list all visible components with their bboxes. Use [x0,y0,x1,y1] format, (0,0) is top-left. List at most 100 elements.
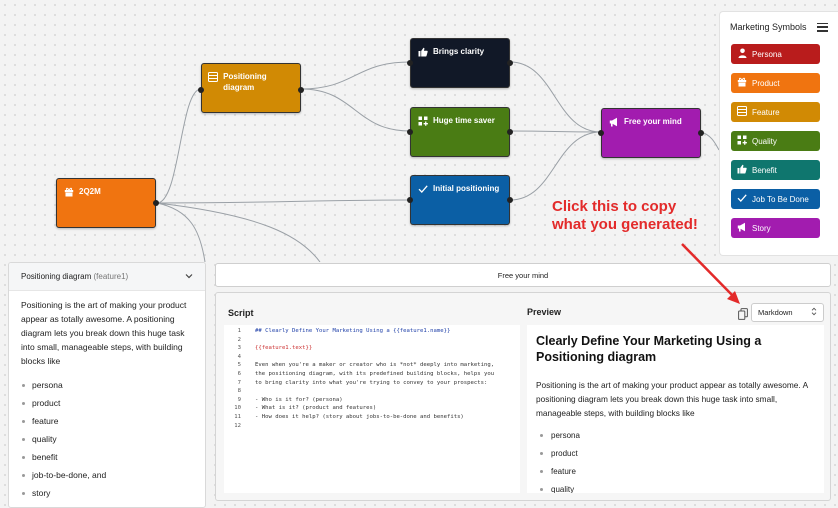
code-line: 2 [237,336,241,343]
node-label: Positioning diagram [223,72,267,92]
node-2q2m[interactable]: 2Q2M [56,178,159,228]
list-item: quality [536,480,815,493]
node-handle[interactable] [407,60,413,66]
code-line: 3 {{feature1.text}} [237,345,313,352]
node-details-panel: Positioning diagram (feature1) Positioni… [8,262,206,508]
edge-q2m-initial [156,199,412,204]
symbol-label: Benefit [752,165,777,175]
thumbs-up-icon [417,46,428,57]
selected-node-bar[interactable]: Free your mind [215,263,831,287]
check-icon [417,183,428,194]
code-line: 5 Even when you're a maker or creator who… [237,362,495,369]
edge-q2m-positioning [156,88,202,204]
symbol-job-to-be-done[interactable]: Job To Be Done [731,189,820,209]
code-line: 4 [237,353,241,360]
node-handle[interactable] [198,87,204,93]
code-line: 1 ## Clearly Define Your Marketing Using … [237,328,451,334]
script-editor[interactable]: 1 ## Clearly Define Your Marketing Using … [224,325,520,493]
code-line: 11- How does it help? (story about jobs-… [234,413,464,420]
node-handle[interactable] [407,197,413,203]
format-select[interactable]: Markdown [751,303,824,322]
symbol-persona[interactable]: Persona [731,44,820,64]
person-icon [737,48,747,60]
node-handle[interactable] [153,200,159,206]
node-initial-positioning[interactable]: Initial positioning [407,175,513,225]
symbol-quality[interactable]: Quality [731,131,820,151]
node-handle[interactable] [298,87,304,93]
preview-heading: Preview [527,307,562,317]
preview-title: Clearly Define Your Marketing Using a Po… [536,334,762,364]
marketing-symbols-panel: Marketing Symbols Persona Product Featur… [719,11,838,256]
node-handle[interactable] [407,129,413,135]
symbol-label: Persona [752,49,782,59]
node-handle[interactable] [507,197,513,203]
list-item: job-to-be-done, and [21,466,193,484]
details-description: Positioning is the art of making your pr… [21,300,187,366]
node-handle[interactable] [698,130,704,136]
list-item: persona [21,376,193,394]
symbol-label: Quality [752,136,777,146]
node-free-your-mind[interactable]: Free your mind [598,108,704,158]
list-item: product [21,394,193,412]
code-line: 8 [237,388,241,395]
node-handle[interactable] [507,60,513,66]
code-line: 6 the positioning diagram, with its prede… [237,370,495,377]
symbol-label: Story [752,223,771,233]
markdown-preview: Clearly Define Your Marketing Using a Po… [527,325,824,493]
preview-list: persona product feature quality [536,426,815,493]
symbol-label: Feature [752,107,780,117]
node-label: Huge time saver [433,116,495,125]
menu-icon[interactable] [817,22,828,32]
table-icon [208,71,219,82]
gift-icon [63,186,74,197]
list-item: story [21,484,193,502]
list-item: feature [536,462,815,480]
code-line: 12 [234,422,241,429]
chevron-down-icon[interactable] [185,272,193,281]
symbols-title: Marketing Symbols [730,22,807,32]
check-icon [737,193,747,205]
node-label: Free your mind [624,117,682,126]
symbols-header: Marketing Symbols [730,22,828,32]
code-line: 10- What is it? (product and features) [234,405,377,412]
edge-positioning-timesaver [300,88,411,132]
edge-q2m-down1 [156,202,206,262]
thumbs-up-icon [737,164,747,176]
symbol-feature[interactable]: Feature [731,102,820,122]
table-icon [737,106,747,118]
node-handle[interactable] [598,130,604,136]
node-label: 2Q2M [79,187,101,196]
node-handle[interactable] [507,129,513,135]
symbol-benefit[interactable]: Benefit [731,160,820,180]
symbol-product[interactable]: Product [731,73,820,93]
list-item: persona [536,426,815,444]
code-line: 7 to bring clarity into what you're tryin… [237,379,488,386]
selected-node-label: Free your mind [497,270,549,280]
edge-initial-freemind [509,131,602,201]
copy-icon[interactable] [738,307,748,320]
node-label: Brings clarity [433,47,485,56]
edge-freemind-out [700,131,720,151]
node-brings-clarity[interactable]: Brings clarity [407,38,513,88]
format-select-value: Markdown [758,308,793,317]
details-list: persona product feature quality benefit … [21,376,193,502]
list-item: benefit [21,448,193,466]
flow-canvas[interactable]: Positioning diagram Brings clarity Huge … [0,0,838,262]
node-positioning-diagram[interactable]: Positioning diagram [198,63,304,113]
list-item: product [536,444,815,462]
annotation-line: Click this to copy [552,198,677,215]
symbol-story[interactable]: Story [731,218,820,238]
code-line: 9- Who is it for? (persona) [237,396,343,403]
preview-paragraph: Positioning is the art of making your pr… [536,380,808,418]
details-header[interactable]: Positioning diagram (feature1) [9,263,205,291]
annotation-line: what you generated! [552,216,698,233]
select-arrows-icon [811,307,817,318]
megaphone-icon [737,222,747,234]
node-huge-time-saver[interactable]: Huge time saver [407,107,513,157]
megaphone-icon [608,116,619,127]
list-item: quality [21,430,193,448]
edge-q2m-down2 [156,202,321,262]
node-label: Initial positioning [433,184,500,193]
details-title: Positioning diagram [21,272,92,281]
symbol-label: Product [752,78,780,88]
